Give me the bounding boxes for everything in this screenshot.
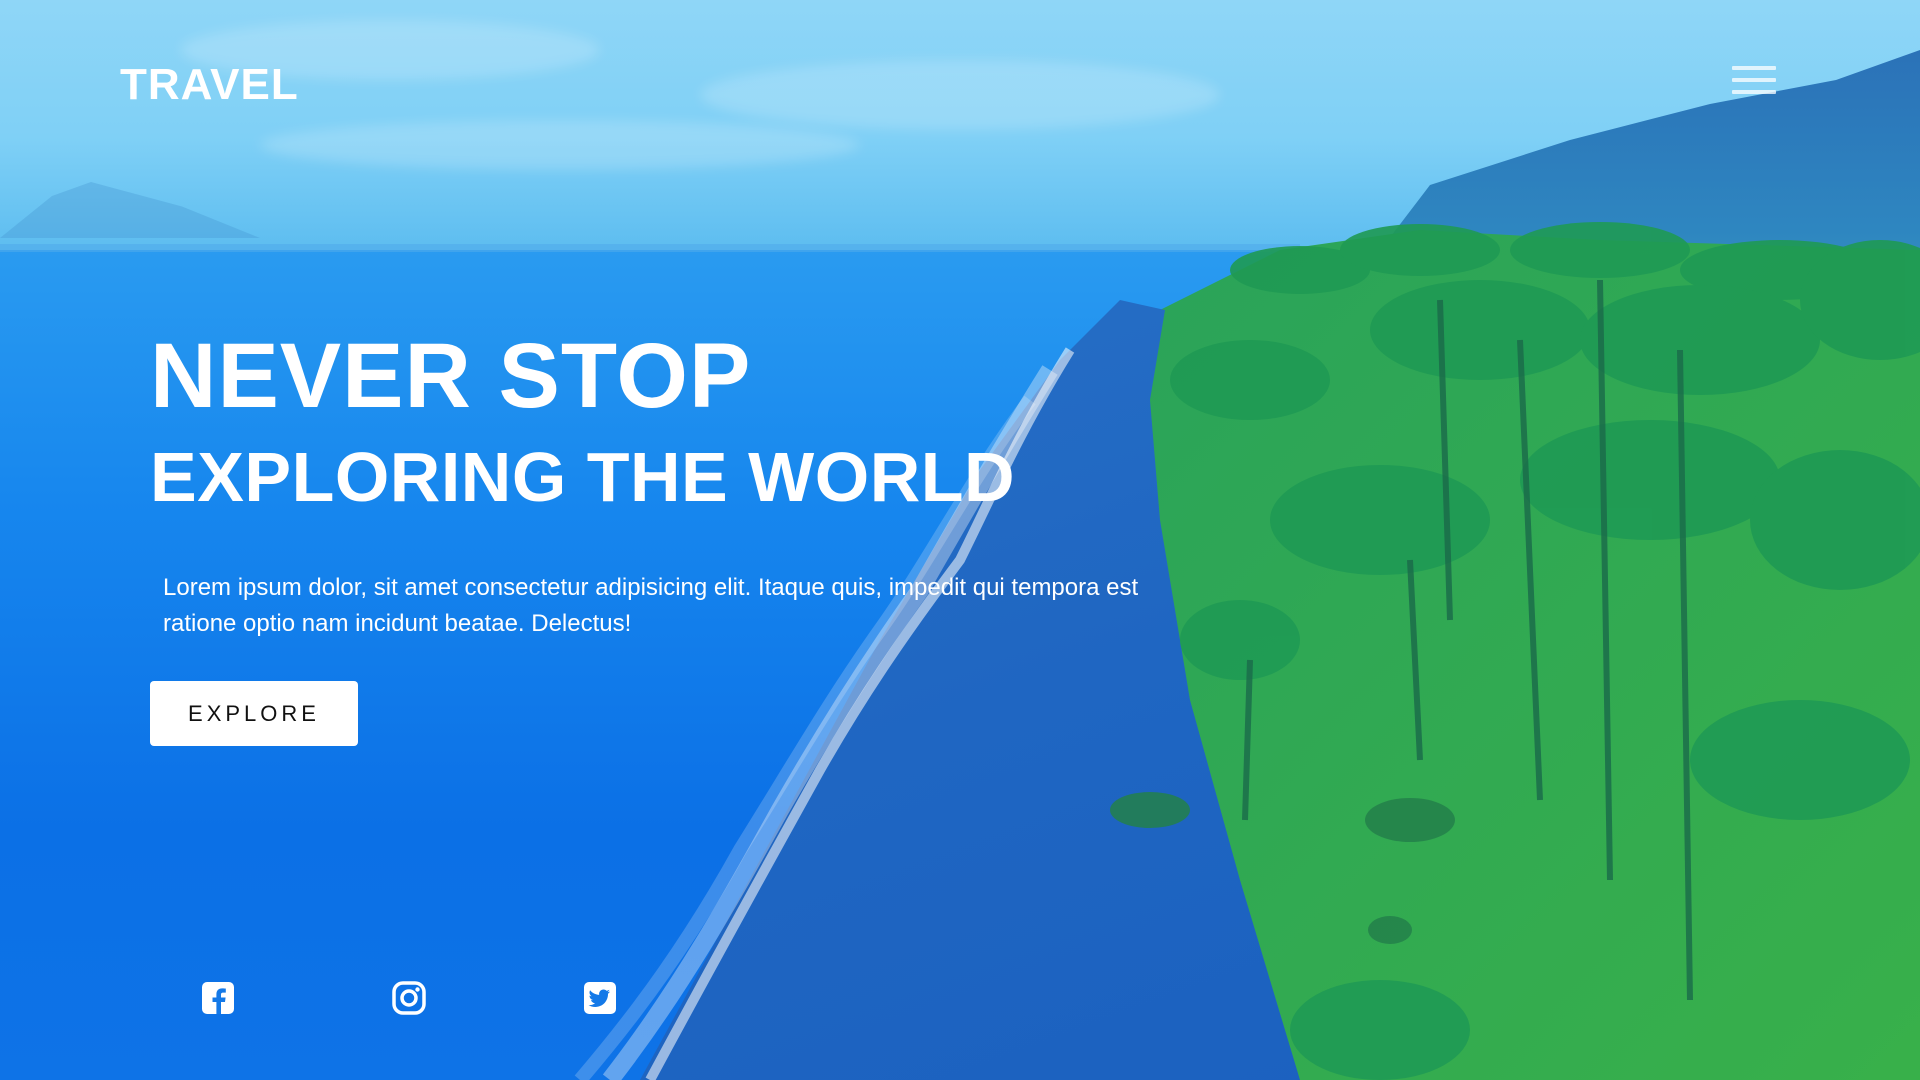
hero-subheadline: EXPLORING THE WORLD [150,438,1016,516]
menu-bar [1732,66,1776,70]
twitter-icon[interactable] [582,980,618,1016]
menu-bar [1732,78,1776,82]
hamburger-menu-icon[interactable] [1732,66,1778,106]
explore-button[interactable]: EXPLORE [150,681,358,746]
hero-description: Lorem ipsum dolor, sit amet consectetur … [163,574,1139,637]
hero-section: TRAVEL NEVER STOP EXPLORING THE WORLD Lo… [0,0,1920,1080]
menu-bar [1732,90,1776,94]
facebook-icon[interactable] [200,980,236,1016]
instagram-icon[interactable] [391,980,427,1016]
horizon-line [0,244,1300,252]
site-logo[interactable]: TRAVEL [120,60,299,110]
hero-headline: NEVER STOP [150,325,752,427]
